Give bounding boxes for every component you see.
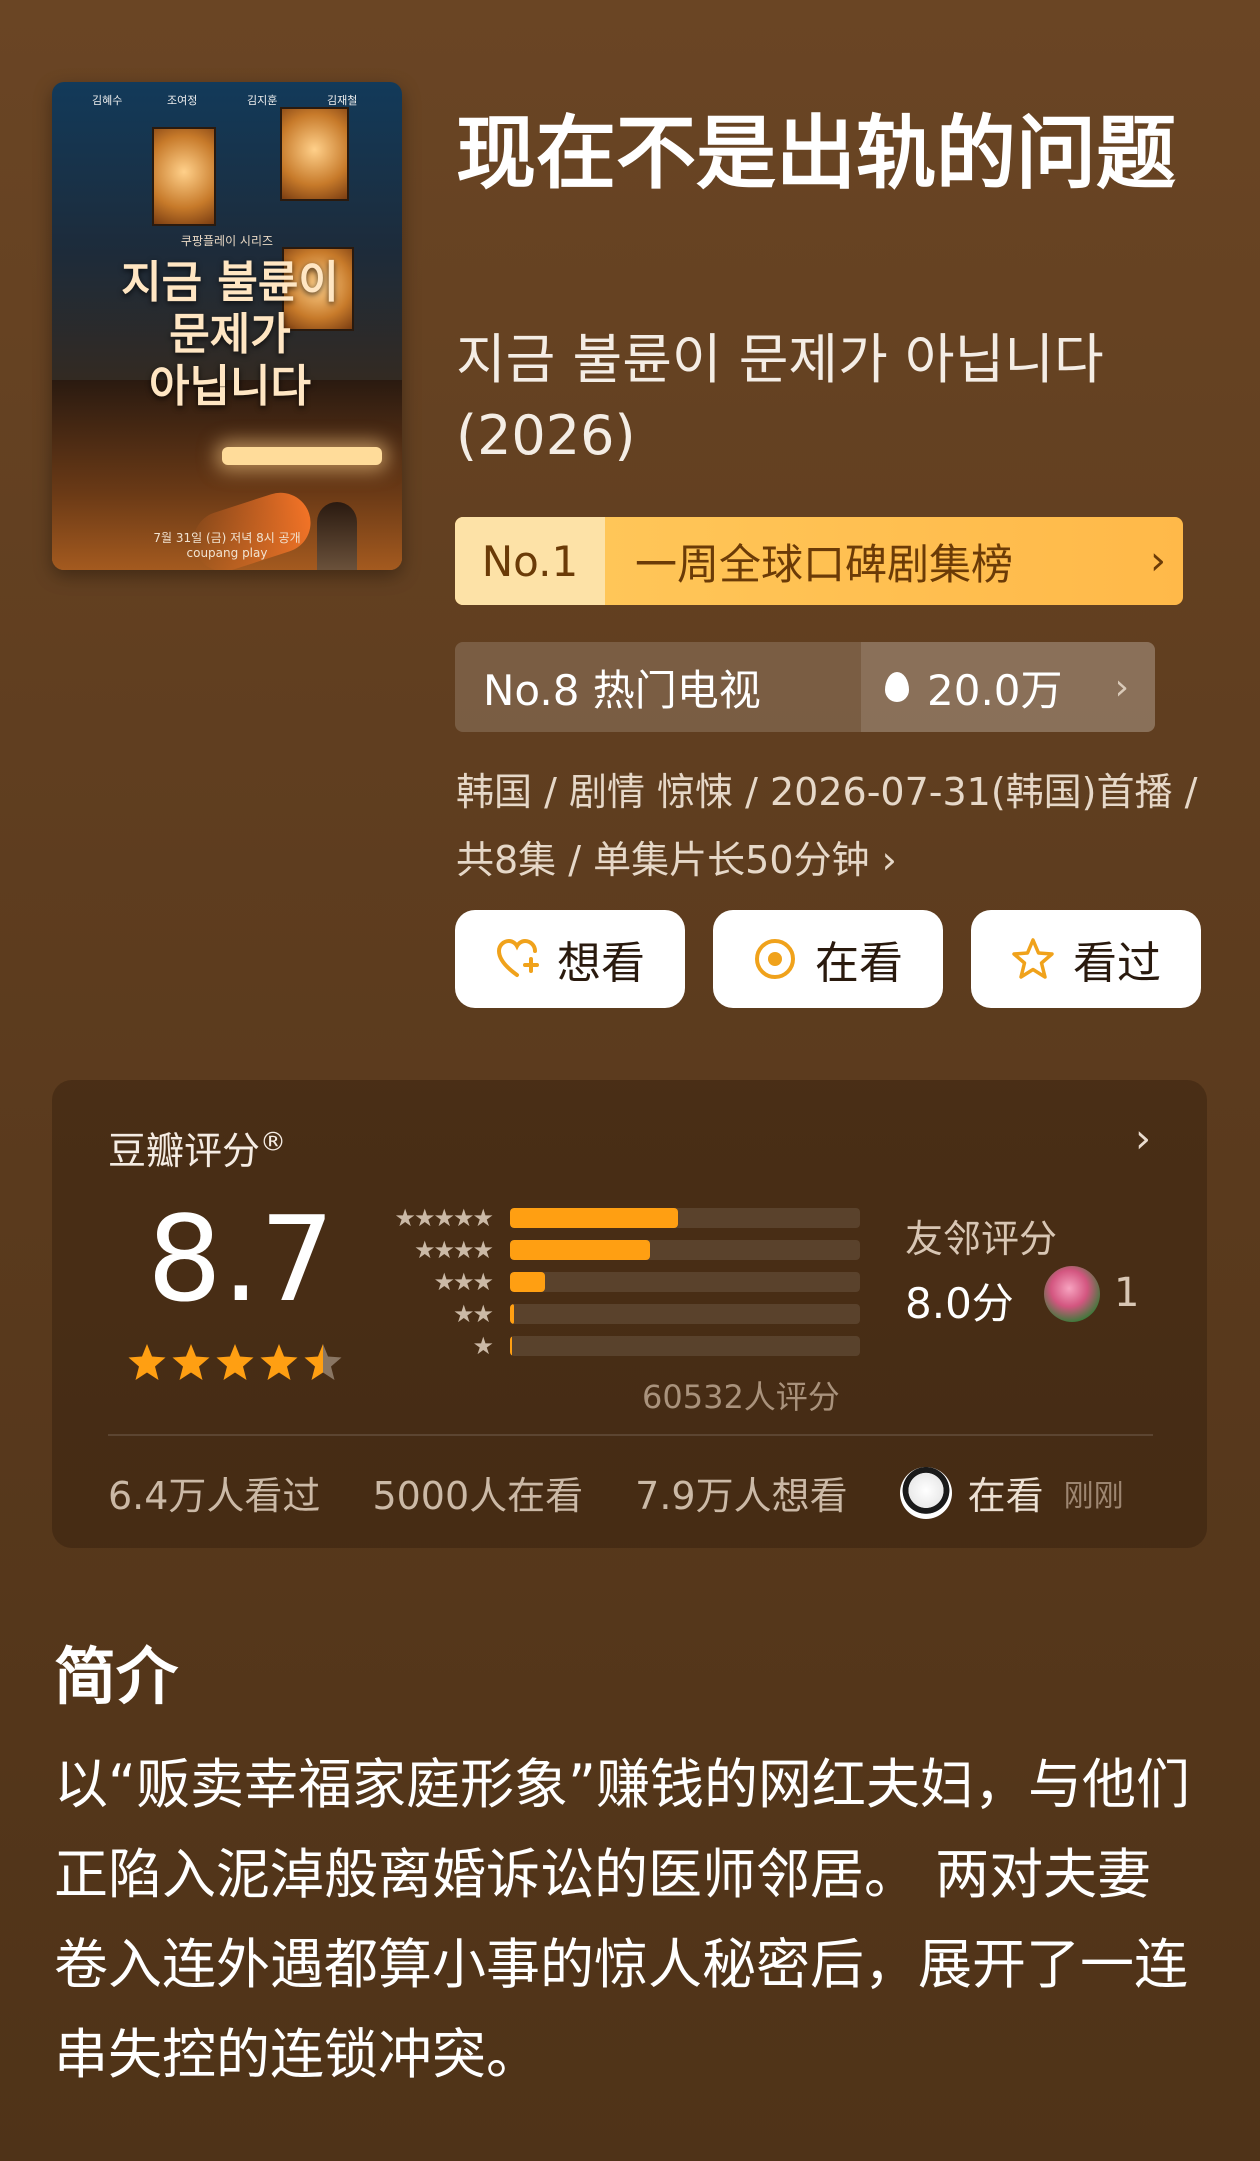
distribution-row-4: ★★★★ bbox=[362, 1234, 860, 1266]
heat-count: 20.0万 › bbox=[861, 642, 1155, 732]
distribution-fill-1 bbox=[510, 1336, 513, 1356]
action-buttons: 想看 在看 看过 bbox=[455, 910, 1207, 1008]
rating-star-icon bbox=[172, 1344, 210, 1380]
chevron-right-icon: › bbox=[1114, 666, 1129, 708]
original-title: 지금 불륜이 문제가 아닙니다 (2026) bbox=[456, 328, 1104, 467]
poster-window bbox=[152, 127, 216, 226]
poster-image[interactable]: 쿠팡플레이 시리즈 김혜수 조여정 김지훈 김재철 지금 불륜이 문제가 아닙니… bbox=[52, 82, 402, 570]
watched-button[interactable]: 看过 bbox=[971, 910, 1201, 1008]
poster-footer: 7월 31일 (금) 저녁 8시 공개 coupang play bbox=[153, 531, 301, 560]
heat-value: 20.0万 bbox=[927, 665, 1063, 715]
watching-button[interactable]: 在看 bbox=[713, 910, 943, 1008]
rank-label: 一周全球口碑剧集榜 bbox=[635, 539, 1014, 589]
flame-icon bbox=[885, 672, 909, 702]
rating-count: 60532人评分 bbox=[642, 1378, 840, 1416]
chevron-right-icon: › bbox=[1150, 538, 1166, 584]
poster-cast-3: 김지훈 bbox=[247, 94, 278, 107]
friend-rating-score: 8.0分 bbox=[905, 1279, 1014, 1328]
rating-star-icon bbox=[128, 1344, 166, 1380]
distribution-row-1: ★ bbox=[362, 1330, 860, 1362]
heart-plus-icon bbox=[496, 938, 539, 977]
distribution-row-2: ★★ bbox=[362, 1298, 860, 1330]
want-count[interactable]: 7.9万人想看 bbox=[635, 1465, 847, 1520]
watched-count[interactable]: 6.4万人看过 bbox=[108, 1465, 320, 1520]
target-circle-icon bbox=[755, 939, 795, 979]
watch-stats: 6.4万人看过 5000人在看 7.9万人想看 在看 刚刚 bbox=[108, 1465, 1124, 1520]
friend-rating-title: 友邻评分 bbox=[905, 1217, 1058, 1261]
activity-state: 在看 bbox=[967, 1474, 1044, 1518]
poster-window bbox=[280, 107, 349, 201]
distribution-fill-2 bbox=[510, 1304, 515, 1324]
hot-badge[interactable]: No.8 热门电视 20.0万 › bbox=[455, 642, 1155, 732]
activity-time: 刚刚 bbox=[1063, 1478, 1124, 1514]
meta-info[interactable]: 韩国 / 剧情 惊悚 / 2026-07-31(韩国)首播 / 共8集 / 单集… bbox=[456, 758, 1216, 894]
rating-stars bbox=[127, 1342, 343, 1382]
hot-label: No.8 热门电视 bbox=[483, 665, 761, 715]
intro-title: 简介 bbox=[54, 1640, 179, 1713]
watching-button-label: 在看 bbox=[815, 938, 903, 989]
chevron-right-icon[interactable]: › bbox=[1135, 1116, 1151, 1162]
intro-text: 以“贩卖幸福家庭形象”赚钱的网红夫妇，与他们正陷入泥淖般离婚诉讼的医师邻居。 两… bbox=[54, 1753, 1190, 2086]
watched-button-label: 看过 bbox=[1073, 938, 1161, 989]
avatar[interactable] bbox=[899, 1466, 952, 1519]
poster-cast-2: 조여정 bbox=[167, 94, 198, 107]
distribution-row-5: ★★★★★ bbox=[362, 1202, 860, 1234]
rank-badge[interactable]: No.1 一周全球口碑剧集榜 › bbox=[455, 517, 1183, 605]
rating-star-icon bbox=[260, 1344, 298, 1380]
rating-distribution: ★★★★★ ★★★★ ★★★ ★★ ★ bbox=[362, 1202, 860, 1362]
friend-rating-count: 1 bbox=[1114, 1270, 1140, 1316]
divider bbox=[108, 1434, 1153, 1436]
watching-count[interactable]: 5000人在看 bbox=[372, 1465, 583, 1520]
star-outline-icon bbox=[1012, 938, 1054, 979]
want-button[interactable]: 想看 bbox=[455, 910, 685, 1008]
poster-title: 지금 불륜이 문제가 아닙니다 bbox=[121, 257, 339, 412]
distribution-fill-3 bbox=[510, 1272, 545, 1292]
distribution-fill-5 bbox=[510, 1208, 678, 1228]
rating-star-icon bbox=[216, 1344, 254, 1380]
distribution-fill-4 bbox=[510, 1240, 650, 1260]
poster-cast-1: 김혜수 bbox=[92, 94, 123, 107]
rating-title: 豆瓣评分® bbox=[108, 1127, 287, 1173]
rating-score: 8.7 bbox=[147, 1190, 335, 1328]
rating-star-icon bbox=[304, 1344, 342, 1380]
rank-number: No.1 bbox=[455, 517, 605, 605]
page-title: 现在不是出轨的问题 bbox=[456, 107, 1176, 200]
want-button-label: 想看 bbox=[557, 938, 645, 989]
poster-cast-4: 김재철 bbox=[327, 94, 358, 107]
distribution-row-3: ★★★ bbox=[362, 1266, 860, 1298]
rating-card[interactable]: 豆瓣评分® › 8.7 ★★★★★ ★★★★ ★★★ ★★ ★ 60532人评分… bbox=[52, 1080, 1207, 1548]
avatar[interactable] bbox=[1044, 1266, 1100, 1322]
poster-light bbox=[222, 447, 382, 465]
